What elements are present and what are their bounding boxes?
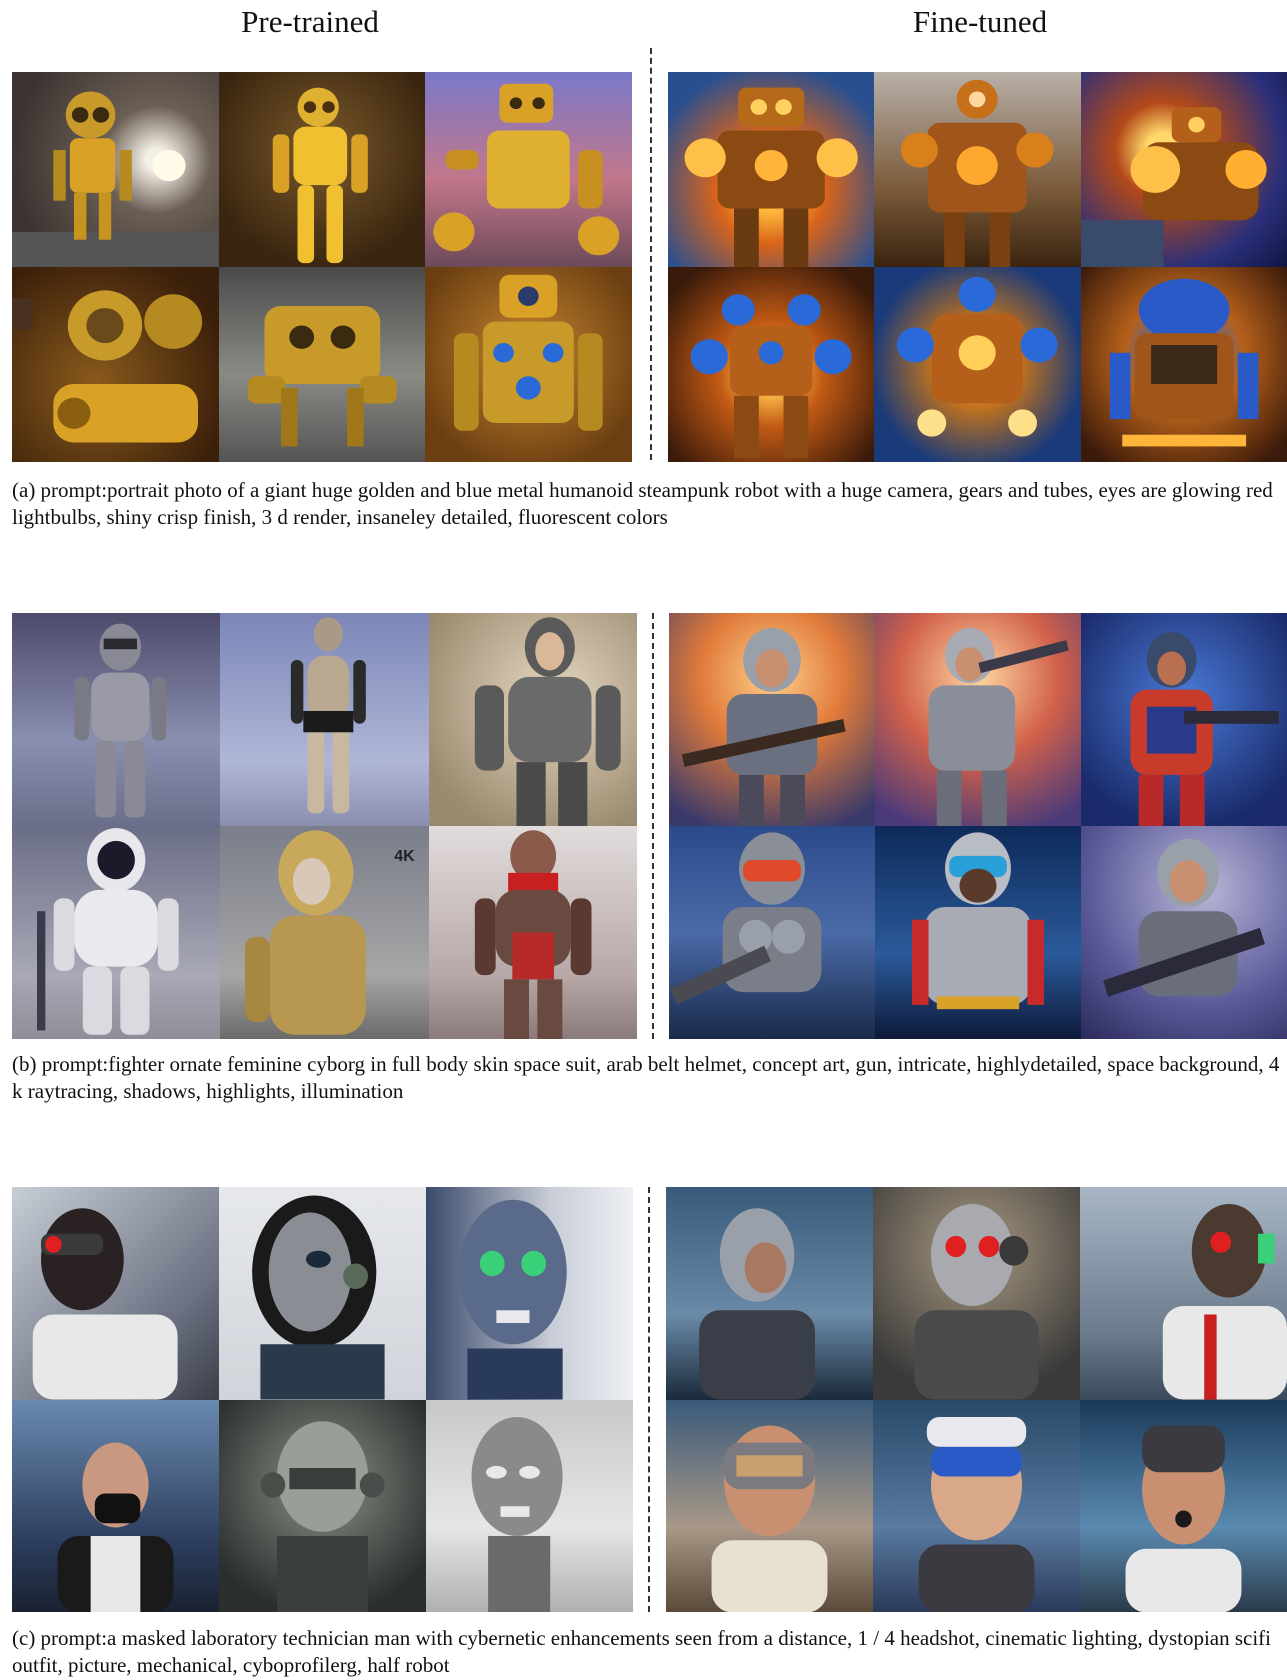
divider-b	[652, 613, 654, 1039]
section-c-finetuned-grid	[666, 1187, 1287, 1612]
image-c-ft-6	[1080, 1399, 1287, 1612]
caption-c: (c) prompt:a masked laboratory technicia…	[12, 1626, 1272, 1677]
image-b-pre-5: 4K	[220, 826, 429, 1039]
image-c-ft-5	[873, 1399, 1080, 1612]
section-b-pretrained-grid: 4K	[12, 613, 637, 1039]
section-b-finetuned-grid	[669, 613, 1287, 1039]
image-c-pre-6	[426, 1399, 633, 1612]
image-b-pre-2	[220, 613, 429, 826]
divider-a	[650, 48, 652, 460]
image-a-pre-6	[425, 267, 632, 462]
image-c-pre-1	[12, 1187, 219, 1400]
header-pretrained: Pre-trained	[241, 4, 379, 39]
watermark-label: 4K	[394, 848, 415, 865]
image-a-pre-3	[425, 72, 632, 267]
caption-b: (b) prompt:fighter ornate feminine cybor…	[12, 1052, 1280, 1103]
image-b-pre-3	[428, 613, 637, 826]
header-finetuned: Fine-tuned	[912, 4, 1048, 39]
caption-a: (a) prompt:portrait photo of a giant hug…	[12, 478, 1273, 529]
image-c-ft-1	[666, 1187, 873, 1400]
image-c-pre-4	[12, 1399, 219, 1612]
image-b-ft-1	[669, 613, 875, 826]
image-b-ft-6	[1081, 826, 1287, 1039]
image-b-pre-1	[12, 613, 221, 826]
image-b-pre-4	[12, 826, 221, 1039]
image-b-pre-6	[428, 826, 637, 1039]
image-c-ft-4	[666, 1399, 873, 1612]
image-c-pre-2	[219, 1187, 426, 1400]
image-a-ft-4	[668, 267, 875, 462]
image-b-ft-2	[875, 613, 1081, 826]
image-a-ft-3	[1080, 72, 1287, 267]
image-a-pre-1	[12, 72, 219, 267]
divider-c	[648, 1187, 650, 1612]
section-a-finetuned-grid	[668, 72, 1287, 462]
image-c-pre-5	[219, 1399, 426, 1612]
image-a-ft-5	[874, 267, 1081, 462]
image-a-ft-1	[668, 72, 875, 267]
image-a-ft-2	[874, 72, 1081, 267]
image-a-pre-5	[218, 267, 426, 462]
image-a-pre-4	[12, 267, 219, 462]
image-b-ft-4	[669, 826, 875, 1039]
section-a-pretrained-grid	[12, 72, 632, 462]
section-c-pretrained-grid	[12, 1187, 633, 1612]
image-c-ft-2	[873, 1187, 1080, 1400]
image-c-pre-3	[426, 1187, 633, 1400]
image-b-ft-5	[875, 826, 1081, 1039]
image-a-pre-2	[218, 72, 426, 267]
image-c-ft-3	[1080, 1187, 1287, 1400]
image-b-ft-3	[1081, 613, 1287, 826]
image-a-ft-6	[1080, 267, 1287, 462]
